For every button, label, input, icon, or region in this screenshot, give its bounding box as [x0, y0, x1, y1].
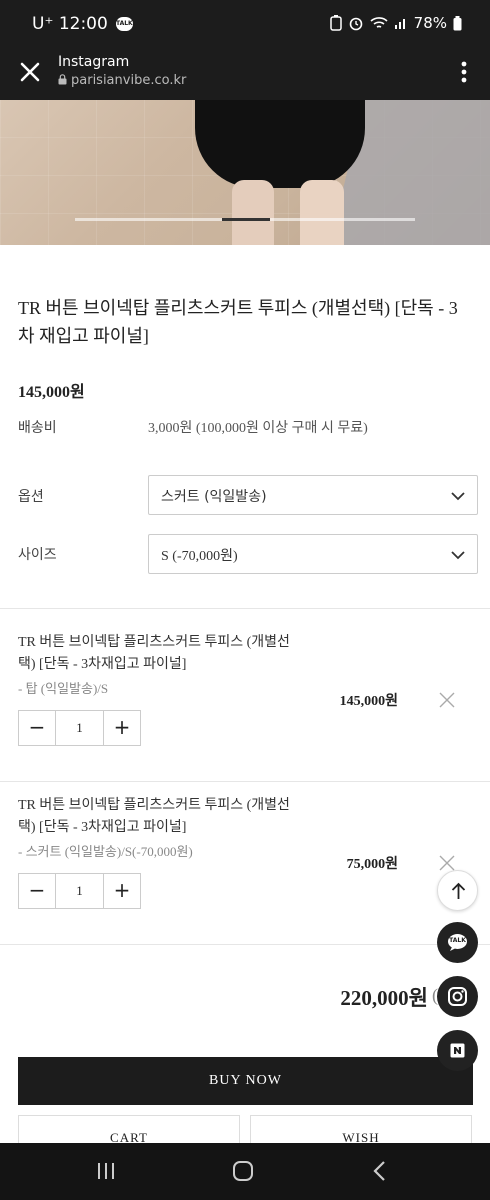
increase-button[interactable]: + — [104, 874, 140, 908]
shipping-value: 3,000원 (100,000원 이상 구매 시 무료) — [148, 421, 368, 436]
carousel-indicator-active — [222, 218, 270, 221]
chevron-down-icon — [451, 551, 465, 560]
wifi-icon — [370, 17, 388, 28]
buy-now-button[interactable]: BUY NOW — [18, 1057, 473, 1105]
system-navigation-bar — [0, 1143, 490, 1200]
close-icon[interactable] — [16, 58, 44, 86]
arrow-up-icon — [451, 882, 466, 899]
lock-icon — [58, 74, 67, 85]
quantity-value[interactable]: 1 — [55, 711, 104, 745]
size-select-value: S (-70,000원) — [161, 549, 238, 564]
status-bar: U⁺ 12:00 TALK 78% — [0, 0, 490, 52]
naver-button[interactable] — [437, 1030, 478, 1071]
black-skirt — [195, 100, 365, 188]
battery-icon — [453, 15, 462, 30]
instagram-icon — [448, 987, 467, 1006]
product-image-carousel[interactable] — [0, 100, 490, 245]
battery-percent: 78% — [413, 14, 447, 32]
quantity-stepper[interactable]: − 1 + — [18, 873, 141, 909]
in-app-browser-bar: Instagram parisianvibe.co.kr — [0, 52, 490, 100]
quantity-value[interactable]: 1 — [55, 874, 104, 908]
signal-icon — [394, 19, 405, 29]
selected-item-option: - 스커트 (익일발송)/S(-70,000원) — [18, 844, 193, 859]
status-left: U⁺ 12:00 TALK — [32, 14, 133, 34]
model-leg — [300, 180, 344, 245]
option-label: 옵션 — [18, 489, 44, 505]
kakao-talk-icon: TALK — [115, 17, 133, 31]
divider — [0, 944, 490, 945]
chevron-down-icon — [451, 492, 465, 501]
total-price: 220,000원 — [340, 986, 428, 1010]
kakao-talk-label: TALK — [449, 937, 466, 944]
remove-item-icon[interactable] — [438, 691, 456, 709]
selected-item-name: TR 버튼 브이넥탑 플리츠스커트 투피스 (개별선택) [단독 - 3차재입고… — [18, 635, 290, 672]
browser-title: Instagram — [58, 54, 130, 70]
status-time: U⁺ 12:00 — [32, 14, 108, 34]
browser-url-text: parisianvibe.co.kr — [71, 73, 187, 88]
naver-icon — [450, 1043, 465, 1058]
browser-url: parisianvibe.co.kr — [58, 73, 186, 88]
product-title: TR 버튼 브이넥탑 플리츠스커트 투피스 (개별선택) [단독 - 3차 재입… — [18, 298, 458, 346]
decrease-button[interactable]: − — [19, 711, 55, 745]
home-icon[interactable] — [232, 1160, 254, 1182]
option-select[interactable]: 스커트 (익일발송) — [148, 475, 478, 515]
more-options-icon[interactable] — [460, 60, 468, 84]
quantity-stepper[interactable]: − 1 + — [18, 710, 141, 746]
alarm-icon — [349, 17, 362, 31]
kakao-talk-button[interactable]: TALK — [437, 922, 478, 963]
scroll-to-top-button[interactable] — [437, 870, 478, 911]
size-label: 사이즈 — [18, 547, 57, 563]
model-leg — [232, 180, 274, 245]
instagram-button[interactable] — [437, 976, 478, 1017]
battery-saver-icon — [329, 15, 342, 31]
increase-button[interactable]: + — [104, 711, 140, 745]
divider — [0, 608, 490, 609]
status-right: 78% — [329, 14, 462, 32]
option-select-value: 스커트 (익일발송) — [161, 489, 267, 505]
product-price: 145,000원 — [18, 384, 85, 401]
selected-item-option: - 탑 (익일발송)/S — [18, 681, 109, 696]
size-select[interactable]: S (-70,000원) — [148, 534, 478, 574]
selected-item-price: 145,000원 — [339, 694, 398, 709]
recent-apps-icon[interactable] — [96, 1162, 116, 1180]
selected-item-name: TR 버튼 브이넥탑 플리츠스커트 투피스 (개별선택) [단독 - 3차재입고… — [18, 798, 290, 835]
selected-item-price: 75,000원 — [346, 857, 398, 872]
divider — [0, 781, 490, 782]
decrease-button[interactable]: − — [19, 874, 55, 908]
shipping-label: 배송비 — [18, 420, 57, 436]
back-icon[interactable] — [372, 1160, 388, 1182]
